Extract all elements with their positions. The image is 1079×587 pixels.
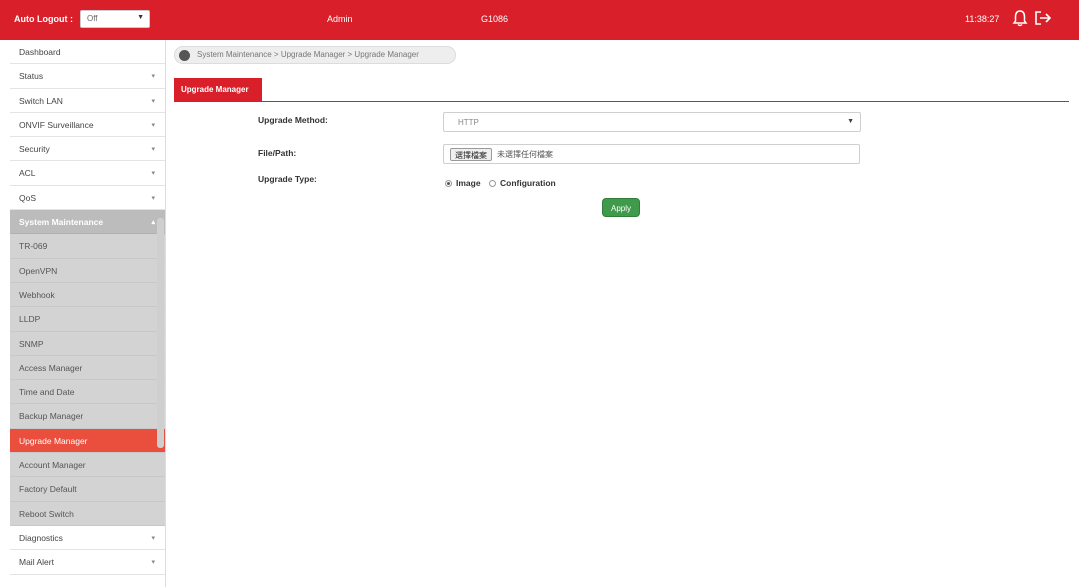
configuration-radio[interactable] [489,180,496,187]
upgrade-method-label: Upgrade Method: [258,115,328,125]
chevron-down-icon: ▼ [137,14,144,21]
sidebar-item-dashboard[interactable]: Dashboard [10,40,165,65]
sidebar-item-acl[interactable]: ACL ▾ [10,161,165,186]
sidebar-item-label: QoS [19,192,37,203]
upgrade-type-label: Upgrade Type: [258,174,317,184]
sidebar-item-label: Account Manager [19,460,86,471]
sidebar-item-security[interactable]: Security ▾ [10,137,165,162]
sidebar-item-label: Switch LAN [19,95,63,106]
sidebar-item-label: OpenVPN [19,265,58,276]
chevron-down-icon: ▾ [151,73,155,81]
sidebar-item-label: Reboot Switch [19,508,74,519]
sidebar-item-snmp[interactable]: SNMP [10,331,165,356]
sidebar-item-upgrade-manager[interactable]: Upgrade Manager [10,428,165,454]
auto-logout-select[interactable]: Off ▼ [80,10,150,28]
sidebar-scrollbar[interactable] [157,218,164,448]
sidebar-item-webhook[interactable]: Webhook [10,282,165,308]
bell-icon[interactable] [1012,9,1028,27]
sidebar-item-label: Upgrade Manager [19,435,88,446]
sidebar-item-label: Backup Manager [19,411,84,422]
gear-icon [179,50,190,61]
sidebar-item-account-manager[interactable]: Account Manager [10,453,165,478]
chevron-down-icon: ▼ [847,118,854,125]
upgrade-method-select[interactable]: HTTP ▼ [443,112,861,132]
logout-icon[interactable] [1034,10,1052,26]
sidebar: Dashboard Status ▾ Switch LAN ▾ ONVIF Surv… [10,40,166,587]
tab-bar: Upgrade Manager [174,78,1069,102]
configuration-radio-label[interactable]: Configuration [500,178,556,188]
sidebar-item-label: Access Manager [19,362,83,373]
sidebar-item-qos[interactable]: QoS ▾ [10,186,165,211]
image-radio[interactable] [445,180,452,187]
chevron-down-icon: ▾ [151,559,155,567]
sidebar-item-time-and-date[interactable]: Time and Date [10,380,165,405]
sidebar-item-backup-manager[interactable]: Backup Manager [10,404,165,429]
sidebar-item-openvpn[interactable]: OpenVPN [10,258,165,283]
clock: 11:38:27 [965,14,1000,24]
sidebar-item-label: Dashboard [19,47,61,57]
sidebar-item-status[interactable]: Status ▾ [10,64,165,89]
chevron-down-icon: ▾ [151,534,155,542]
sidebar-item-label: Security [19,144,50,155]
top-bar: Auto Logout : Off ▼ Admin G1086 11:38:27 [0,0,1079,40]
sidebar-item-mail-alert[interactable]: Mail Alert ▾ [10,550,165,575]
chevron-down-icon: ▾ [151,146,155,154]
sidebar-item-label: Time and Date [19,387,75,398]
apply-button[interactable]: Apply [602,198,640,217]
sidebar-item-label: SNMP [19,338,44,349]
auto-logout-value: Off [87,14,98,23]
sidebar-item-label: TR-069 [19,241,48,252]
device-name: G1086 [481,14,509,24]
breadcrumb-text: System Maintenance > Upgrade Manager > U… [197,50,419,59]
sidebar-item-diagnostics[interactable]: Diagnostics ▾ [10,526,165,551]
sidebar-item-lldp[interactable]: LLDP [10,307,165,332]
sidebar-item-tr-069[interactable]: TR-069 [10,234,165,259]
sidebar-item-label: Diagnostics [19,532,63,543]
sidebar-item-switch-lan[interactable]: Switch LAN ▾ [10,89,165,113]
sidebar-item-onvif-surveillance[interactable]: ONVIF Surveillance ▾ [10,113,165,138]
chevron-down-icon: ▾ [151,121,155,129]
sidebar-item-label: Mail Alert [19,557,54,568]
upgrade-method-value: HTTP [458,118,479,127]
sidebar-item-label: Webhook [19,289,55,300]
file-status-text: 未選擇任何檔案 [497,150,553,159]
sidebar-item-system-maintenance[interactable]: System Maintenance ▴ [10,210,165,235]
auto-logout-label: Auto Logout : [14,14,73,24]
chevron-down-icon: ▾ [151,97,155,105]
user-name: Admin [327,14,353,24]
sidebar-item-reboot-switch[interactable]: Reboot Switch [10,501,165,526]
sidebar-item-label: System Maintenance [19,217,104,228]
sidebar-item-factory-default[interactable]: Factory Default [10,477,165,502]
chevron-down-icon: ▾ [151,170,155,178]
breadcrumb: System Maintenance > Upgrade Manager > U… [174,46,456,64]
sidebar-item-label: Factory Default [19,484,77,495]
sidebar-item-label: Status [19,71,44,82]
tab-upgrade-manager[interactable]: Upgrade Manager [174,78,262,102]
sidebar-item-label: LLDP [19,314,41,325]
sidebar-item-label: ACL [19,168,36,179]
image-radio-label[interactable]: Image [456,178,481,188]
sidebar-item-access-manager[interactable]: Access Manager [10,355,165,381]
choose-file-button[interactable]: 選擇檔案 [450,148,492,161]
file-path-field[interactable]: 選擇檔案 未選擇任何檔案 [443,144,860,164]
file-path-label: File/Path: [258,148,297,158]
sidebar-item-label: ONVIF Surveillance [19,119,94,130]
chevron-up-icon: ▴ [151,219,155,227]
chevron-down-icon: ▾ [151,194,155,202]
